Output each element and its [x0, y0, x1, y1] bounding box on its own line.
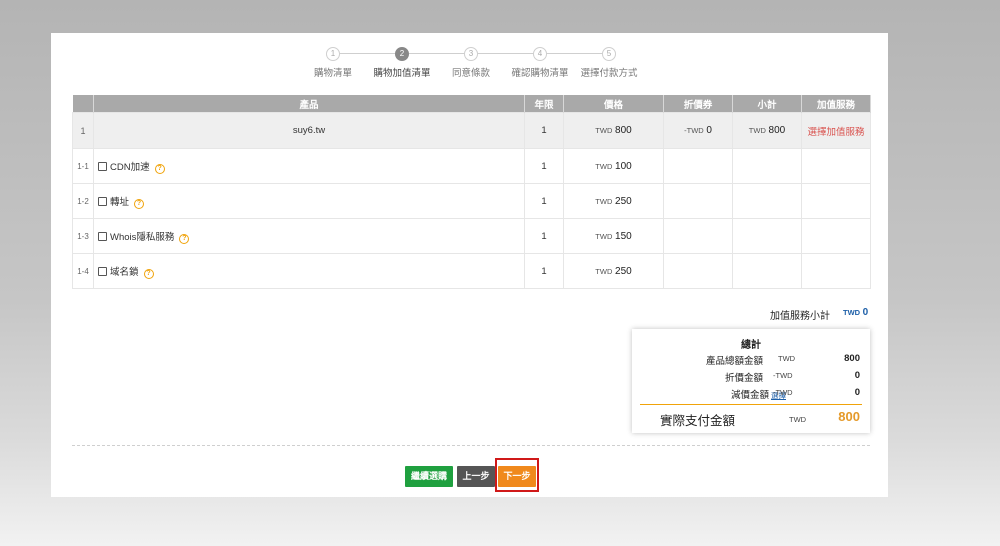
- addon-subtotal-currency: TWD: [843, 308, 861, 317]
- row-years: 1: [524, 253, 564, 289]
- price-currency: TWD: [595, 231, 613, 241]
- col-addon: 加值服務: [801, 95, 871, 113]
- row-price: TWD 250: [563, 183, 664, 219]
- cart-table: 產品 年限 價格 折價券 小計 加值服務 1 suy6.tw 1 TWD 800…: [72, 95, 871, 289]
- row-discount: -TWD 0: [663, 112, 733, 149]
- row-price: TWD 250: [563, 253, 664, 289]
- addon-name: 轉址: [110, 196, 130, 208]
- price-amount: 800: [615, 125, 632, 136]
- highlight-box: [495, 458, 539, 492]
- row-index: 1-2: [72, 183, 94, 219]
- row-index: 1-3: [72, 218, 94, 254]
- subtotal-amount: 800: [768, 125, 786, 136]
- addon-checkbox[interactable]: [98, 266, 107, 276]
- domain-name: suy6.tw: [93, 112, 525, 149]
- row-price: TWD 150: [563, 218, 664, 254]
- table-row-main: 1 suy6.tw 1 TWD 800 -TWD 0 TWD 800 選擇加值服…: [72, 112, 871, 149]
- row-index: 1-1: [72, 148, 94, 184]
- table-row-addon: 1-1 CDN加速? 1 TWD 100: [72, 148, 871, 184]
- col-index: [72, 95, 94, 113]
- addon-checkbox[interactable]: [98, 196, 107, 206]
- addon-name: Whois隱私服務: [110, 231, 175, 243]
- price-amount: 100: [615, 160, 632, 172]
- product-total-label: 產品總額金額: [705, 356, 763, 367]
- section-divider: [72, 445, 870, 446]
- price-currency: TWD: [595, 161, 613, 171]
- col-price: 價格: [563, 95, 664, 113]
- product-total-currency: TWD: [778, 354, 796, 363]
- reduction-label: 減價金額: [730, 390, 769, 401]
- select-addon-link[interactable]: 選擇加值服務: [807, 127, 864, 138]
- addon-cell: 轉址?: [93, 183, 525, 219]
- row-index: 1-4: [72, 253, 94, 289]
- col-subtotal: 小計: [732, 95, 802, 113]
- discount-currency: -TWD: [684, 126, 704, 135]
- summary-title: 總計: [741, 340, 761, 351]
- step-5-label: 選擇付款方式: [580, 68, 638, 79]
- subtotal-currency: TWD: [748, 126, 766, 135]
- addon-subtotal-value: TWD 0: [843, 307, 868, 318]
- continue-shopping-button[interactable]: 繼續選購: [405, 466, 453, 487]
- row-years: 1: [524, 112, 564, 149]
- table-row-addon: 1-2 轉址? 1 TWD 250: [72, 183, 871, 219]
- col-years: 年限: [524, 95, 564, 113]
- addon-subtotal-amount: 0: [862, 307, 869, 318]
- progress-steps: 1 購物清單 2 購物加值清單 3 同意條款 4 確認購物清單 5 選擇付款方式: [51, 45, 888, 85]
- help-icon[interactable]: ?: [143, 268, 154, 279]
- actual-total-label: 實際支付金額: [660, 414, 736, 428]
- addon-name: 域名鎖: [110, 266, 139, 278]
- table-header-row: 產品 年限 價格 折價券 小計 加值服務: [72, 95, 871, 113]
- price-amount: 250: [615, 265, 632, 277]
- addon-checkbox[interactable]: [98, 231, 107, 241]
- actual-total-currency: TWD: [789, 415, 807, 424]
- col-product: 產品: [93, 95, 525, 113]
- row-years: 1: [524, 218, 564, 254]
- row-index: 1: [72, 112, 94, 149]
- discount-amount: 0: [706, 125, 712, 136]
- row-price: TWD 100: [563, 148, 664, 184]
- step-1-number: 1: [326, 47, 340, 61]
- row-addon: 選擇加值服務: [801, 112, 871, 149]
- addon-subtotal-label: 加值服務小計: [770, 311, 830, 322]
- actual-total-value: 800: [838, 409, 860, 424]
- row-price: TWD 800: [563, 112, 664, 149]
- row-years: 1: [524, 148, 564, 184]
- price-currency: TWD: [595, 126, 613, 135]
- addon-name: CDN加速: [110, 161, 150, 173]
- price-currency: TWD: [595, 266, 613, 276]
- table-row-addon: 1-4 域名鎖? 1 TWD 250: [72, 253, 871, 289]
- product-total-value: 800: [844, 353, 860, 364]
- summary-product-total: 產品總額金額 TWD 800: [632, 353, 870, 367]
- order-summary: 總計 產品總額金額 TWD 800 折價金額 -TWD 0 減價金額 選擇 -TW…: [632, 329, 870, 433]
- checkout-panel: 1 購物清單 2 購物加值清單 3 同意條款 4 確認購物清單 5 選擇付款方式: [51, 33, 888, 497]
- help-icon[interactable]: ?: [134, 198, 145, 209]
- reduction-currency: -TWD: [773, 388, 793, 397]
- addon-checkbox[interactable]: [98, 161, 107, 171]
- addon-cell: 域名鎖?: [93, 253, 525, 289]
- step-5-number: 5: [602, 47, 616, 61]
- discount-label: 折價金額: [724, 373, 763, 384]
- price-amount: 250: [615, 195, 632, 207]
- price-amount: 150: [615, 230, 632, 242]
- reduction-value: 0: [854, 387, 860, 398]
- summary-divider: [640, 404, 862, 405]
- help-icon[interactable]: ?: [154, 163, 165, 174]
- table-row-addon: 1-3 Whois隱私服務? 1 TWD 150: [72, 218, 871, 254]
- step-3-number: 3: [464, 47, 478, 61]
- step-5: 5 選擇付款方式: [559, 45, 659, 79]
- row-years: 1: [524, 183, 564, 219]
- help-icon[interactable]: ?: [179, 233, 190, 244]
- row-subtotal: TWD 800: [732, 112, 802, 149]
- price-currency: TWD: [595, 196, 613, 206]
- summary-discount: 折價金額 -TWD 0: [632, 370, 870, 384]
- col-discount: 折價券: [663, 95, 733, 113]
- addon-cell: CDN加速?: [93, 148, 525, 184]
- step-4-number: 4: [533, 47, 547, 61]
- addon-cell: Whois隱私服務?: [93, 218, 525, 254]
- step-2-number: 2: [395, 47, 409, 61]
- summary-reduction: 減價金額 選擇 -TWD 0: [632, 387, 870, 401]
- discount-value: 0: [854, 370, 860, 381]
- discount-currency: -TWD: [773, 371, 793, 380]
- previous-step-button[interactable]: 上一步: [457, 466, 495, 487]
